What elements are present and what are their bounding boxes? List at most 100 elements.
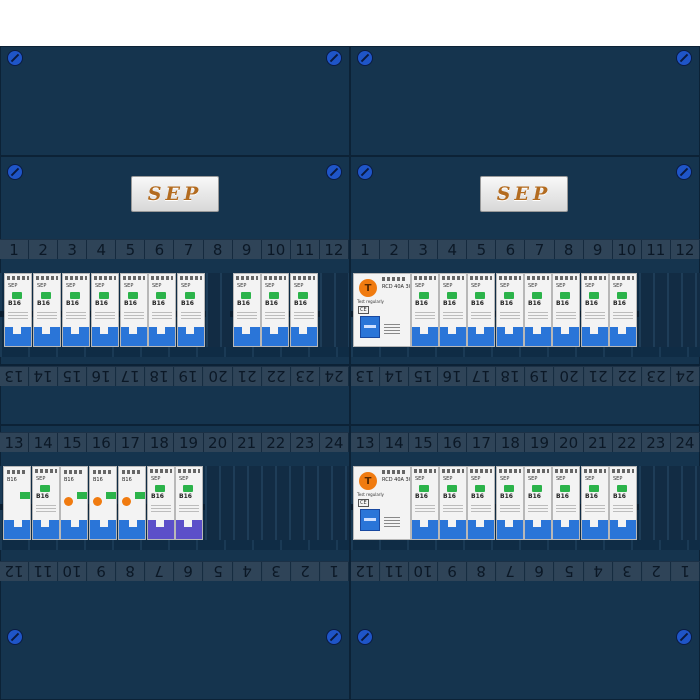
- breaker-brand: SEP: [36, 476, 46, 482]
- breaker-rating: B16: [500, 493, 513, 500]
- residual-current-device[interactable]: T Test regularly RCD 40A 30mA CE: [353, 273, 411, 347]
- module-number: 7: [145, 562, 175, 581]
- module-number: 4: [87, 240, 117, 259]
- circuit-breaker[interactable]: SEP B16: [496, 273, 524, 347]
- module-number: 8: [467, 562, 497, 581]
- brand-strip: [64, 470, 84, 474]
- spec-lines: [152, 310, 172, 320]
- brand-strip: [93, 470, 113, 474]
- circuit-breaker[interactable]: SEP B16: [552, 273, 580, 347]
- breaker-rating: B16: [443, 300, 456, 307]
- rcbo-device[interactable]: B16: [3, 466, 31, 540]
- brand-strip: [264, 276, 286, 280]
- circuit-breaker[interactable]: SEP B16: [439, 466, 467, 540]
- status-indicator: [589, 485, 599, 492]
- circuit-breaker[interactable]: SEP B16: [609, 466, 637, 540]
- test-button[interactable]: T: [359, 472, 377, 490]
- breaker-brand: SEP: [8, 283, 18, 289]
- toggle-tab: [505, 520, 513, 527]
- breaker-rating: B16: [471, 300, 484, 307]
- toggle-tab: [100, 327, 108, 334]
- circuit-breaker[interactable]: SEP B16: [439, 273, 467, 347]
- circuit-breaker[interactable]: SEP B16: [120, 273, 148, 347]
- status-indicator: [135, 492, 145, 499]
- breaker-rating: B16: [294, 300, 307, 307]
- circuit-breaker[interactable]: SEP B16: [581, 273, 609, 347]
- circuit-breaker[interactable]: SEP B16: [33, 273, 61, 347]
- brand-strip: [35, 469, 57, 473]
- status-indicator: [617, 485, 627, 492]
- circuit-breaker[interactable]: SEP B16: [62, 273, 90, 347]
- rcd-handle[interactable]: [360, 316, 380, 338]
- module-number: 11: [291, 240, 320, 259]
- circuit-breaker[interactable]: SEP B16: [411, 466, 439, 540]
- breaker-rating: B16: [556, 493, 569, 500]
- circuit-breaker[interactable]: SEP B16: [175, 466, 203, 540]
- circuit-breaker[interactable]: SEP B16: [496, 466, 524, 540]
- rcbo-spec: B16: [93, 477, 103, 483]
- breaker-rating: B16: [8, 300, 21, 307]
- residual-current-device[interactable]: T Test regularly RCD 40A 30mA CE: [353, 466, 411, 540]
- mark-label: CE: [358, 499, 369, 507]
- module-number: 12: [671, 240, 700, 259]
- module-number: 21: [233, 433, 262, 452]
- toggle-tab: [100, 520, 108, 527]
- module-number: 12: [0, 562, 30, 581]
- breaker-rating: B16: [152, 300, 165, 307]
- spec-lines: [66, 310, 86, 320]
- circuit-breaker[interactable]: SEP B16: [177, 273, 205, 347]
- brand-strip: [94, 276, 116, 280]
- rcbo-device[interactable]: B16: [89, 466, 117, 540]
- test-indicator-icon[interactable]: [64, 497, 73, 506]
- circuit-breaker[interactable]: SEP B16: [4, 273, 32, 347]
- toggle-tab: [420, 520, 428, 527]
- circuit-breaker[interactable]: SEP B16: [609, 273, 637, 347]
- din-rail-2-left: B16 SEP B16 B16 B16 B16 SEP B16 SEP B16: [0, 466, 349, 550]
- spec-lines: [294, 310, 314, 320]
- brand-strip: [123, 276, 145, 280]
- toggle-tab: [590, 520, 598, 527]
- circuit-breaker[interactable]: SEP B16: [147, 466, 175, 540]
- circuit-breaker[interactable]: SEP B16: [32, 466, 60, 540]
- module-number: 3: [58, 240, 88, 259]
- number-strip-mid-right: 13 14 15 16 17 18 19 20 21 22 23 24: [351, 432, 700, 452]
- status-indicator: [447, 292, 457, 299]
- toggle-tab: [590, 327, 598, 334]
- circuit-breaker[interactable]: SEP B16: [261, 273, 289, 347]
- rcbo-device[interactable]: B16: [118, 466, 146, 540]
- breaker-brand: SEP: [37, 283, 47, 289]
- circuit-breaker[interactable]: SEP B16: [467, 273, 495, 347]
- brand-strip: [382, 470, 407, 474]
- circuit-breaker[interactable]: SEP B16: [467, 466, 495, 540]
- circuit-breaker[interactable]: SEP B16: [411, 273, 439, 347]
- spec-lines: [556, 503, 576, 513]
- module-number: 22: [613, 433, 642, 452]
- spec-lines: [443, 503, 463, 513]
- module-number: 7: [174, 240, 204, 259]
- circuit-breaker[interactable]: SEP B16: [91, 273, 119, 347]
- circuit-breaker[interactable]: SEP B16: [581, 466, 609, 540]
- spec-lines: [585, 310, 605, 320]
- circuit-breaker[interactable]: SEP B16: [524, 466, 552, 540]
- rcd-spec: RCD 40A 30mA: [382, 477, 410, 483]
- status-indicator: [106, 492, 116, 499]
- brand-strip: [527, 276, 549, 280]
- test-indicator-icon[interactable]: [122, 497, 131, 506]
- test-indicator-icon[interactable]: [93, 497, 102, 506]
- circuit-breaker[interactable]: SEP B16: [233, 273, 261, 347]
- distribution-board: SEP SEP 1 2 3 4 5 6 7 8 9 10 11 12 1 2 3 4 5 6 7 8 9 10 11 12 13 14…: [0, 0, 700, 700]
- status-indicator: [185, 292, 195, 299]
- spec-lines: [471, 310, 491, 320]
- test-button[interactable]: T: [359, 279, 377, 297]
- rcbo-device[interactable]: B16: [60, 466, 88, 540]
- breaker-brand: SEP: [415, 476, 425, 482]
- circuit-breaker[interactable]: SEP B16: [524, 273, 552, 347]
- breaker-brand: SEP: [613, 476, 623, 482]
- toggle-tab: [270, 327, 278, 334]
- rcd-handle[interactable]: [360, 509, 380, 531]
- circuit-breaker[interactable]: SEP B16: [148, 273, 176, 347]
- breaker-rating: B16: [556, 300, 569, 307]
- breaker-brand: SEP: [443, 476, 453, 482]
- circuit-breaker[interactable]: SEP B16: [290, 273, 318, 347]
- circuit-breaker[interactable]: SEP B16: [552, 466, 580, 540]
